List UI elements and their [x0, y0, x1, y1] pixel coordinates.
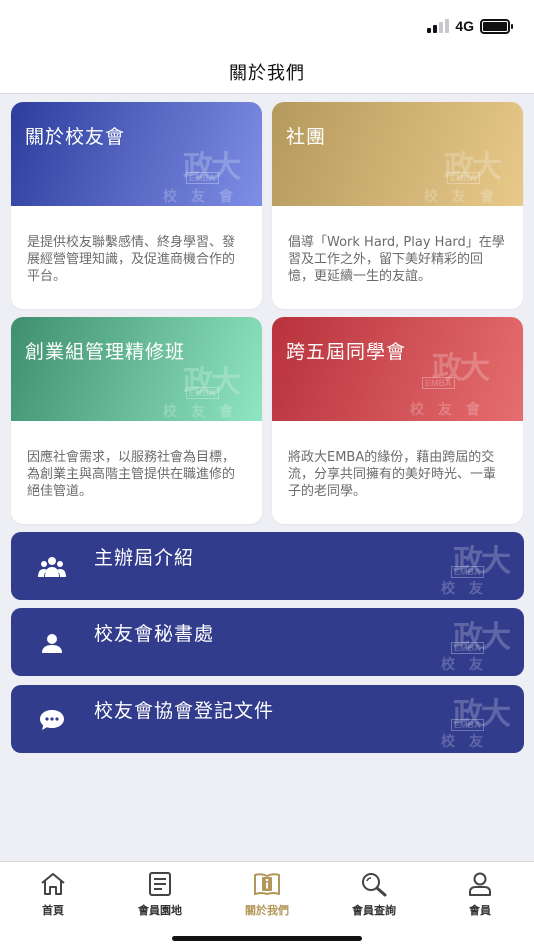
watermark-emba: EMBA	[447, 172, 480, 184]
watermark-sub: 校友會	[441, 657, 497, 673]
watermark-logo: 政大	[453, 620, 511, 655]
card-description: 將政大EMBA的緣份，藉由跨屆的交流，分享共同擁有的美好時光、一輩子的老同學。	[288, 450, 497, 499]
watermark-emba: EMBA	[451, 642, 484, 654]
watermark-emba: EMBA	[186, 387, 219, 399]
button-label: 主辦屆介紹	[94, 547, 195, 569]
home-icon	[38, 870, 68, 898]
tab-label: 關於我們	[245, 904, 289, 917]
watermark-logo: 政大	[183, 365, 241, 400]
tab-home[interactable]: 首頁	[13, 870, 93, 920]
card-description: 是提供校友聯繫感情、終身學習、發展經營管理知識，及促進商機合作的平台。	[27, 235, 236, 284]
tab-label: 會員查詢	[352, 904, 396, 917]
tab-member[interactable]: 會員	[440, 870, 520, 920]
watermark-logo: 政大	[432, 351, 490, 386]
watermark-sub: 校友會	[163, 189, 247, 205]
battery-icon	[480, 18, 513, 34]
card-entrepreneur-program[interactable]: 創業組管理精修班 政大 EMBA 校友會 因應社會需求，以服務社會為目標，為創業…	[11, 317, 262, 524]
watermark-logo: 政大	[183, 150, 241, 185]
button-label: 校友會秘書處	[94, 623, 215, 645]
button-label: 校友會協會登記文件	[94, 700, 275, 722]
registration-documents-button[interactable]: 校友會協會登記文件 政大 EMBA 校友會	[11, 685, 524, 753]
host-class-intro-button[interactable]: 主辦屆介紹 政大 EMBA 校友會	[11, 532, 524, 600]
page-title: 關於我們	[229, 62, 305, 84]
card-clubs[interactable]: 社團 政大 EMBA 校友會 倡導「Work Hard, Play Hard」在…	[272, 102, 523, 309]
watermark-logo: 政大	[453, 544, 511, 579]
chat-bubble-icon	[37, 705, 67, 735]
watermark-emba: EMBA	[422, 377, 455, 389]
tab-label: 首頁	[42, 904, 64, 917]
card-header: 跨五屆同學會 政大 EMBA 校友會	[272, 317, 523, 421]
document-icon	[145, 870, 175, 898]
card-alumni-association[interactable]: 關於校友會 政大 EMBA 校友會 是提供校友聯繫感情、終身學習、發展經營管理知…	[11, 102, 262, 309]
cellular-signal-icon	[427, 19, 450, 33]
secretariat-button[interactable]: 校友會秘書處 政大 EMBA 校友會	[11, 608, 524, 676]
card-title: 社團	[286, 126, 327, 148]
watermark-sub: 校友會	[163, 404, 247, 420]
tab-member-search[interactable]: 會員查詢	[334, 870, 414, 920]
card-header: 創業組管理精修班 政大 EMBA 校友會	[11, 317, 262, 421]
tab-label: 會員	[469, 904, 491, 917]
tab-about-us[interactable]: 關於我們	[227, 870, 307, 920]
nav-header: 關於我們	[0, 50, 534, 94]
person-icon	[37, 628, 67, 658]
card-description: 倡導「Work Hard, Play Hard」在學習及工作之外，留下美好精彩的…	[288, 235, 505, 284]
user-icon	[465, 870, 495, 898]
card-header: 社團 政大 EMBA 校友會	[272, 102, 523, 206]
search-icon	[359, 870, 389, 898]
card-header: 關於校友會 政大 EMBA 校友會	[11, 102, 262, 206]
card-title: 關於校友會	[25, 126, 126, 148]
status-bar: 4G	[0, 0, 534, 50]
home-indicator[interactable]	[172, 936, 362, 941]
card-description: 因應社會需求，以服務社會為目標，為創業主與高階主管提供在職進修的絕佳管道。	[27, 450, 236, 499]
watermark-sub: 校友會	[424, 189, 508, 205]
watermark-sub: 校友會	[410, 402, 494, 418]
watermark-emba: EMBA	[186, 172, 219, 184]
watermark-logo: 政大	[453, 697, 511, 732]
watermark-emba: EMBA	[451, 566, 484, 578]
status-indicators: 4G	[427, 17, 513, 35]
watermark-logo: 政大	[444, 150, 502, 185]
card-title: 創業組管理精修班	[25, 341, 186, 363]
info-book-icon	[252, 870, 282, 898]
group-icon	[37, 552, 67, 582]
network-type: 4G	[455, 18, 474, 34]
tab-member-area[interactable]: 會員園地	[120, 870, 200, 920]
card-title: 跨五屆同學會	[286, 341, 407, 363]
tab-label: 會員園地	[138, 904, 182, 917]
card-cross-class-reunion[interactable]: 跨五屆同學會 政大 EMBA 校友會 將政大EMBA的緣份，藉由跨屆的交流，分享…	[272, 317, 523, 524]
watermark-sub: 校友會	[441, 581, 497, 597]
watermark-sub: 校友會	[441, 734, 497, 750]
watermark-emba: EMBA	[451, 719, 484, 731]
